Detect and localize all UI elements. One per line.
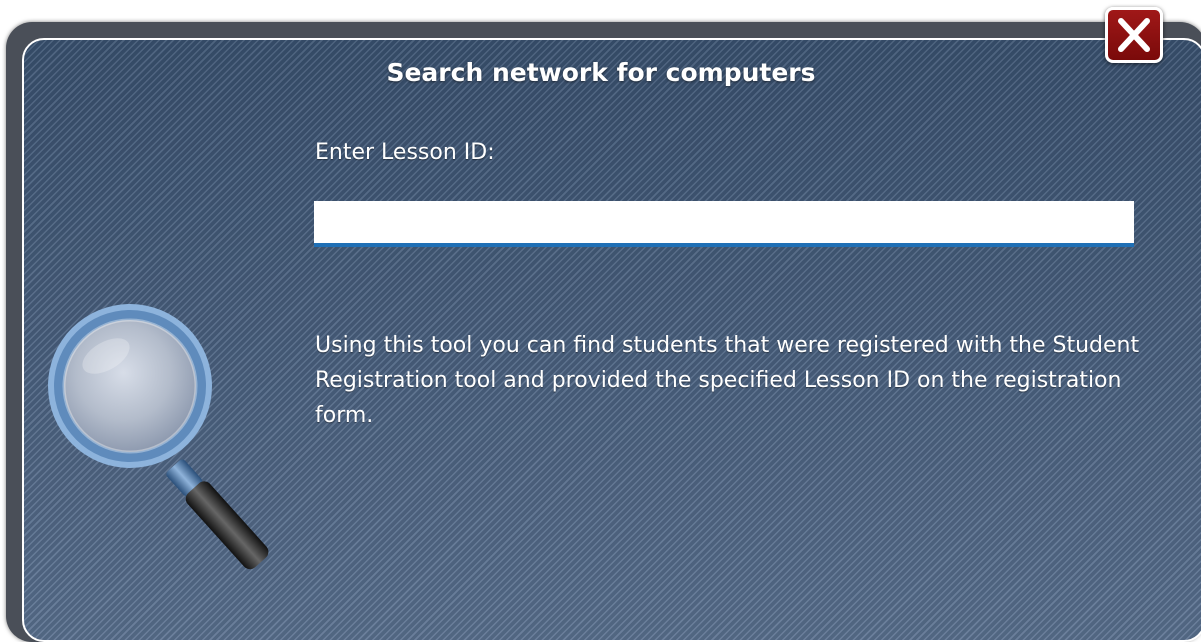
description-text: Using this tool you can find students th… (315, 333, 1140, 428)
lesson-id-input[interactable] (314, 201, 1134, 247)
close-button[interactable] (1105, 7, 1163, 63)
close-icon (1118, 18, 1150, 52)
lesson-id-label: Enter Lesson ID: (315, 140, 495, 165)
dialog-title: Search network for computers (386, 58, 816, 87)
magnifying-glass-icon (48, 304, 269, 570)
